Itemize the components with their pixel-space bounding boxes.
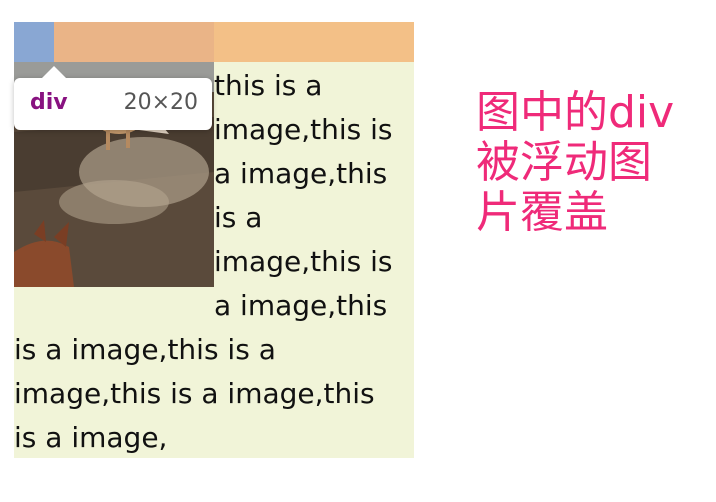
highlighted-div[interactable]: [14, 22, 54, 62]
annotation-text: 图中的div 被浮动图 片覆盖: [476, 88, 696, 238]
devtools-tooltip: div 20×20: [14, 66, 212, 130]
padding-highlight: [54, 22, 214, 62]
annotation-line: 被浮动图: [476, 137, 652, 188]
tooltip-tag-name: div: [30, 90, 68, 115]
margin-highlight: [14, 22, 414, 62]
paragraph-line: is a image,: [14, 421, 168, 454]
paragraph-line: is a: [214, 201, 263, 234]
tooltip-dimensions: 20×20: [123, 90, 198, 115]
annotation-line: 图中的div: [476, 87, 675, 138]
paragraph-line: this is a: [214, 69, 323, 102]
paragraph-line: image,this is a image,this: [14, 377, 375, 410]
paragraph-line: is a image,this is a: [14, 333, 276, 366]
annotation-line: 片覆盖: [476, 187, 608, 238]
paragraph-line: image,this is: [214, 113, 393, 146]
paragraph-line: image,this is: [214, 245, 393, 278]
paragraph-line: a image,this: [214, 289, 388, 322]
paragraph-line: a image,this: [214, 157, 388, 190]
